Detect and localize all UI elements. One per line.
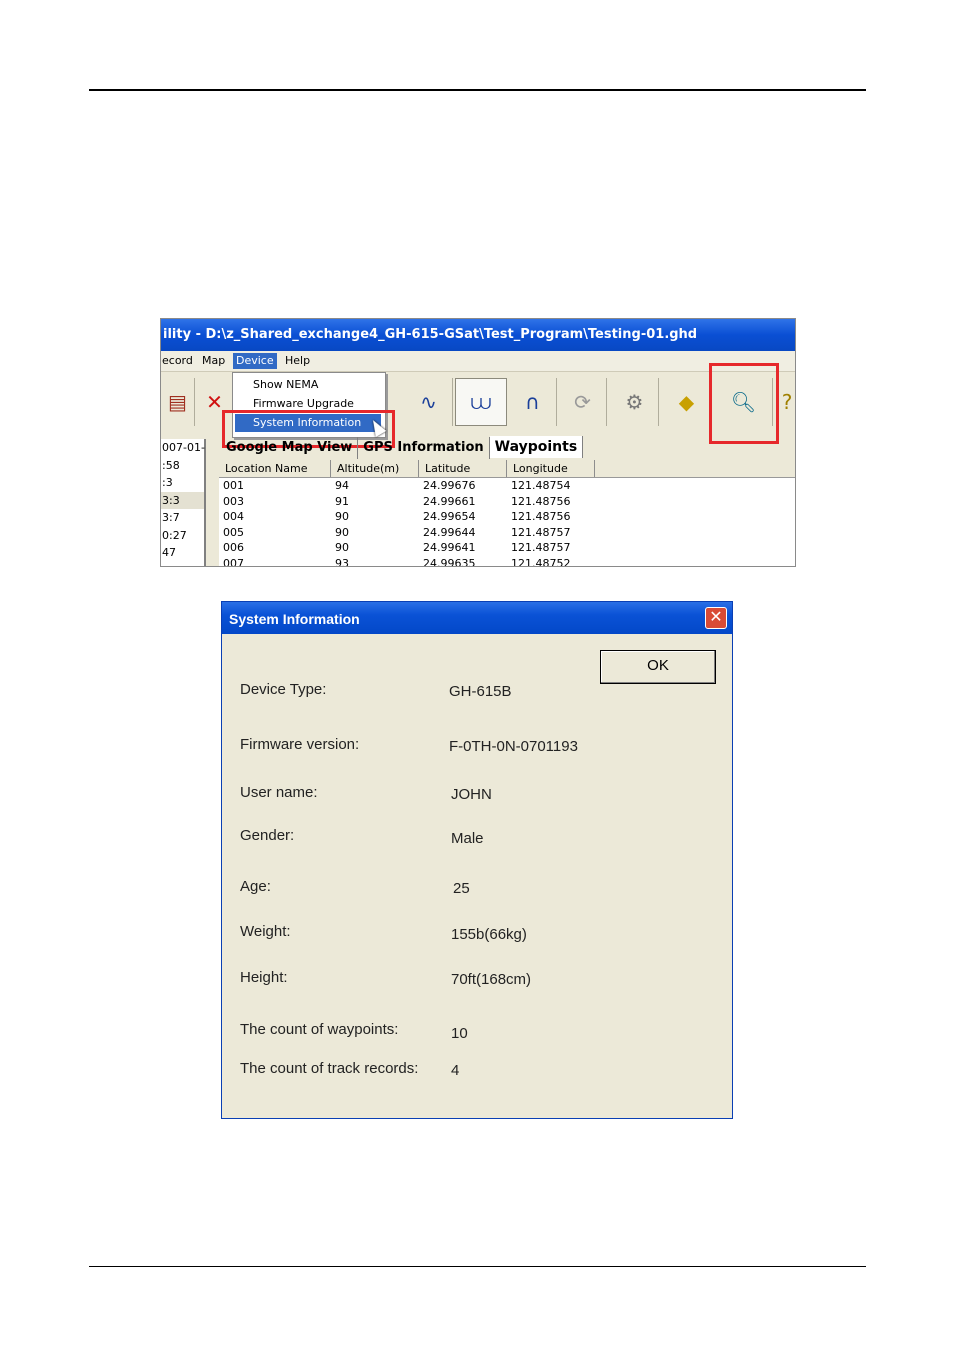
table-row[interactable]: 001 94 24.99676 121.48754 — [219, 478, 795, 494]
height-value: 70ft(168cm) — [451, 971, 532, 988]
tab-waypoints[interactable]: Waypoints — [489, 436, 584, 458]
table-cell: 005 — [223, 525, 244, 539]
firmware-version-label: Firmware version: — [240, 736, 360, 753]
table-cell: 121.48754 — [511, 479, 571, 492]
header-rule — [89, 89, 866, 91]
age-value: 25 — [453, 880, 470, 897]
table-cell: 24.99676 — [423, 479, 476, 492]
col-latitude[interactable]: Latitude — [419, 460, 507, 477]
age-label: Age: — [240, 878, 271, 895]
waypoints-icon[interactable]: ⩊ — [455, 378, 507, 426]
dialog-title: System Information — [222, 602, 732, 634]
table-cell: 121.48757 — [511, 525, 571, 539]
tab-google-map-view[interactable]: Google Map View — [221, 437, 359, 459]
table-cell: 94 — [335, 479, 349, 492]
weight-value: 155b(66kg) — [451, 926, 527, 943]
menu-device[interactable]: Device — [233, 353, 277, 369]
settings-icon[interactable]: ⚙ — [611, 378, 659, 426]
ok-button[interactable]: OK — [600, 650, 716, 684]
waypoint-count-label: The count of waypoints: — [240, 1021, 399, 1038]
menu-help[interactable]: Help — [282, 353, 313, 369]
table-cell: 006 — [223, 541, 244, 554]
footer-rule — [89, 1266, 866, 1267]
table-cell: 121.48757 — [511, 541, 571, 554]
track-upload-icon[interactable]: ∩ — [509, 378, 557, 426]
list-item[interactable]: 007-01- — [161, 439, 205, 457]
close-icon[interactable]: ✕ — [705, 607, 727, 629]
col-location-name[interactable]: Location Name — [219, 460, 331, 477]
list-item[interactable]: 3:7 — [161, 509, 204, 527]
sync-icon[interactable]: ⟳ — [559, 378, 607, 426]
user-name-value: JOHN — [451, 786, 492, 803]
table-cell: 24.99654 — [423, 510, 476, 523]
table-cell: 91 — [335, 494, 349, 508]
window-title: ility - D:\z_Shared_exchange4_GH-615-GSa… — [161, 319, 795, 351]
weight-label: Weight: — [240, 923, 291, 940]
table-row[interactable]: 006 90 24.99641 121.48757 — [219, 540, 795, 556]
menu-show-nema[interactable]: Show NEMA — [235, 376, 381, 394]
list-item[interactable]: :58 — [161, 457, 204, 475]
table-row[interactable]: 003 91 24.99661 121.48756 — [219, 494, 795, 510]
device-type-value: GH-615B — [449, 683, 512, 700]
device-type-label: Device Type: — [240, 681, 327, 698]
app-window-screenshot: ility - D:\z_Shared_exchange4_GH-615-GSa… — [160, 318, 796, 567]
table-cell: 90 — [335, 510, 349, 523]
table-cell: 24.99644 — [423, 525, 476, 539]
gender-value: Male — [451, 830, 484, 847]
table-header: Location Name Altitude(m) Latitude Longi… — [219, 460, 795, 478]
system-information-dialog: System Information ✕ OK Device Type: GH-… — [221, 601, 733, 1119]
firmware-version-value: F-0TH-0N-0701193 — [449, 738, 578, 755]
table-cell: 001 — [223, 479, 244, 492]
waypoint-count-value: 10 — [451, 1025, 468, 1042]
toolbar-list-icon[interactable]: ▤ — [161, 378, 195, 426]
tab-gps-information[interactable]: GPS Information — [358, 437, 490, 459]
list-item[interactable]: 3:3 — [161, 491, 204, 509]
table-cell: 24.99641 — [423, 541, 476, 554]
col-altitude[interactable]: Altitude(m) — [331, 460, 419, 477]
waypoints-table: Location Name Altitude(m) Latitude Longi… — [219, 460, 795, 567]
table-cell: 90 — [335, 541, 349, 554]
col-longitude[interactable]: Longitude — [507, 460, 595, 477]
table-cell: 24.99635 — [423, 556, 476, 567]
table-cell: 004 — [223, 510, 244, 523]
tag-icon[interactable]: ◆ — [663, 378, 711, 426]
list-item[interactable]: :3 — [161, 474, 204, 492]
table-cell: 121.48752 — [511, 556, 571, 567]
table-cell: 003 — [223, 494, 244, 508]
table-cell: 90 — [335, 525, 349, 539]
track-record-count-label: The count of track records: — [240, 1060, 419, 1077]
list-item[interactable]: 0:27 — [161, 527, 204, 545]
user-name-label: User name: — [240, 784, 318, 801]
menu-bar: ecord Map Device Help — [161, 351, 795, 372]
menu-record[interactable]: ecord — [161, 353, 196, 369]
menu-map[interactable]: Map — [199, 353, 228, 369]
height-label: Height: — [240, 969, 288, 986]
table-cell: 121.48756 — [511, 510, 571, 523]
table-cell: 24.99661 — [423, 494, 476, 508]
table-row[interactable]: 007 93 24.99635 121.48752 — [219, 556, 795, 567]
track-record-count-value: 4 — [451, 1062, 460, 1079]
table-cell: 007 — [223, 556, 244, 567]
list-item[interactable]: 47 — [161, 544, 204, 562]
table-row[interactable]: 004 90 24.99654 121.48756 — [219, 509, 795, 525]
gender-label: Gender: — [240, 827, 295, 844]
table-cell: 121.48756 — [511, 494, 571, 508]
highlight-system-info-button — [709, 363, 779, 444]
view-tabs: Google Map View GPS Information Waypoints — [221, 436, 584, 459]
track-wave-icon[interactable]: ∿ — [405, 378, 453, 426]
left-record-list: 007-01- :58 :3 3:3 3:7 0:27 47 — [161, 439, 206, 566]
table-cell: 93 — [335, 556, 349, 567]
table-row[interactable]: 005 90 24.99644 121.48757 — [219, 525, 795, 541]
